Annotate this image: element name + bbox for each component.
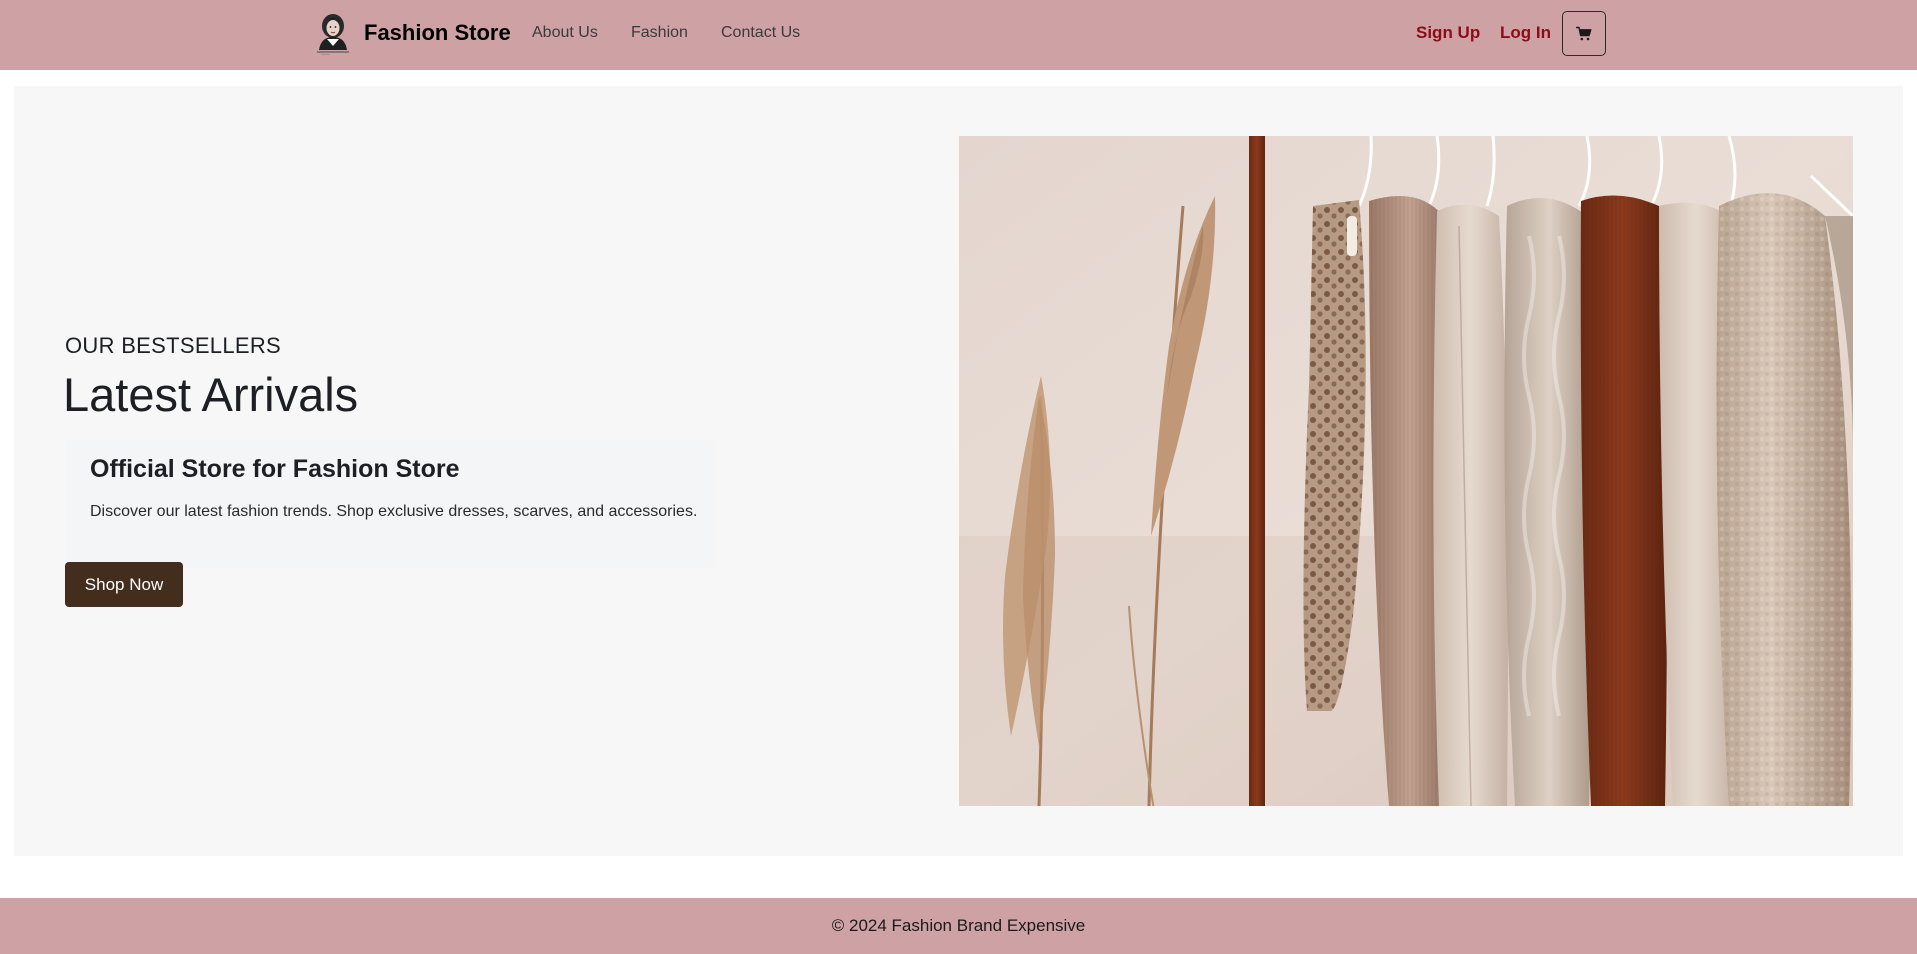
cart-button[interactable]: [1562, 11, 1606, 56]
top-navbar: ~~~~~ Fashion Store About Us Fashion Con…: [0, 0, 1917, 70]
nav-link-about-us[interactable]: About Us: [532, 23, 598, 43]
brand-link[interactable]: ~~~~~ Fashion Store: [313, 10, 511, 56]
hero-section: OUR BESTSELLERS Latest Arrivals Official…: [14, 86, 1903, 856]
nav-link-contact-us[interactable]: Contact Us: [721, 23, 800, 43]
footer-copyright: © 2024 Fashion Brand Expensive: [831, 916, 1086, 935]
clothes-rack-image: [959, 136, 1853, 806]
log-in-link[interactable]: Log In: [1500, 22, 1551, 44]
hero-title: Latest Arrivals: [63, 368, 359, 421]
hero-subtitle: Official Store for Fashion Store: [90, 455, 460, 483]
page-footer: © 2024 Fashion Brand Expensive: [0, 898, 1917, 954]
nav-link-fashion[interactable]: Fashion: [631, 23, 688, 43]
brand-name: Fashion Store: [364, 20, 511, 45]
shopping-cart-icon: [1576, 26, 1592, 40]
hero-description: Discover our latest fashion trends. Shop…: [90, 503, 698, 520]
sign-up-link[interactable]: Sign Up: [1416, 22, 1480, 44]
woman-portrait-icon: ~~~~~: [317, 14, 349, 57]
hero-info-card: Official Store for Fashion Store Discove…: [65, 440, 713, 568]
svg-text:~~~~~: ~~~~~: [321, 53, 330, 57]
hero-kicker: OUR BESTSELLERS: [65, 333, 282, 358]
shop-now-button[interactable]: Shop Now: [65, 562, 183, 607]
